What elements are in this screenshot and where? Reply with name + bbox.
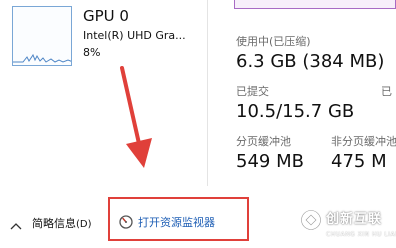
panel-divider [207, 0, 208, 186]
open-resource-monitor-link[interactable]: 打开资源监视器 [138, 215, 215, 231]
cached-label-partial: 已 [381, 85, 392, 98]
watermark-subtext: CHUANG XIN HU LIAN [326, 231, 396, 238]
annotation-arrow-icon [120, 66, 152, 168]
paged-pool-value: 549 MB [236, 151, 304, 172]
chevron-up-icon[interactable] [10, 221, 22, 232]
nonpaged-pool-value: 475 M [331, 151, 387, 172]
fewer-details-label: 简略信息 [32, 217, 76, 230]
fewer-details-hotkey: (D) [76, 219, 92, 230]
gpu-adapter-name: Intel(R) UHD Gra... [83, 29, 186, 42]
nonpaged-pool-label: 非分页缓冲池 [331, 135, 396, 148]
watermark-text: 创新互联 [326, 212, 383, 227]
gpu-title: GPU 0 [83, 7, 129, 25]
committed-value: 10.5/15.7 GB [236, 101, 355, 122]
gpu-utilization-value: 8% [83, 46, 101, 59]
memory-composition-bar [234, 0, 396, 9]
resource-monitor-icon [119, 215, 133, 229]
watermark-logo-icon [300, 209, 322, 231]
paged-pool-label: 分页缓冲池 [236, 135, 291, 148]
committed-label: 已提交 [236, 85, 269, 98]
gpu-graph-icon [13, 53, 71, 63]
in-use-value: 6.3 GB (384 MB) [236, 51, 385, 72]
fewer-details-button[interactable]: 简略信息(D) [32, 216, 92, 233]
gpu-0-item[interactable]: GPU 0 Intel(R) UHD Gra... 8% [0, 0, 196, 80]
gpu-utilization-graph [12, 6, 72, 66]
in-use-label: 使用中(已压缩) [236, 35, 311, 48]
